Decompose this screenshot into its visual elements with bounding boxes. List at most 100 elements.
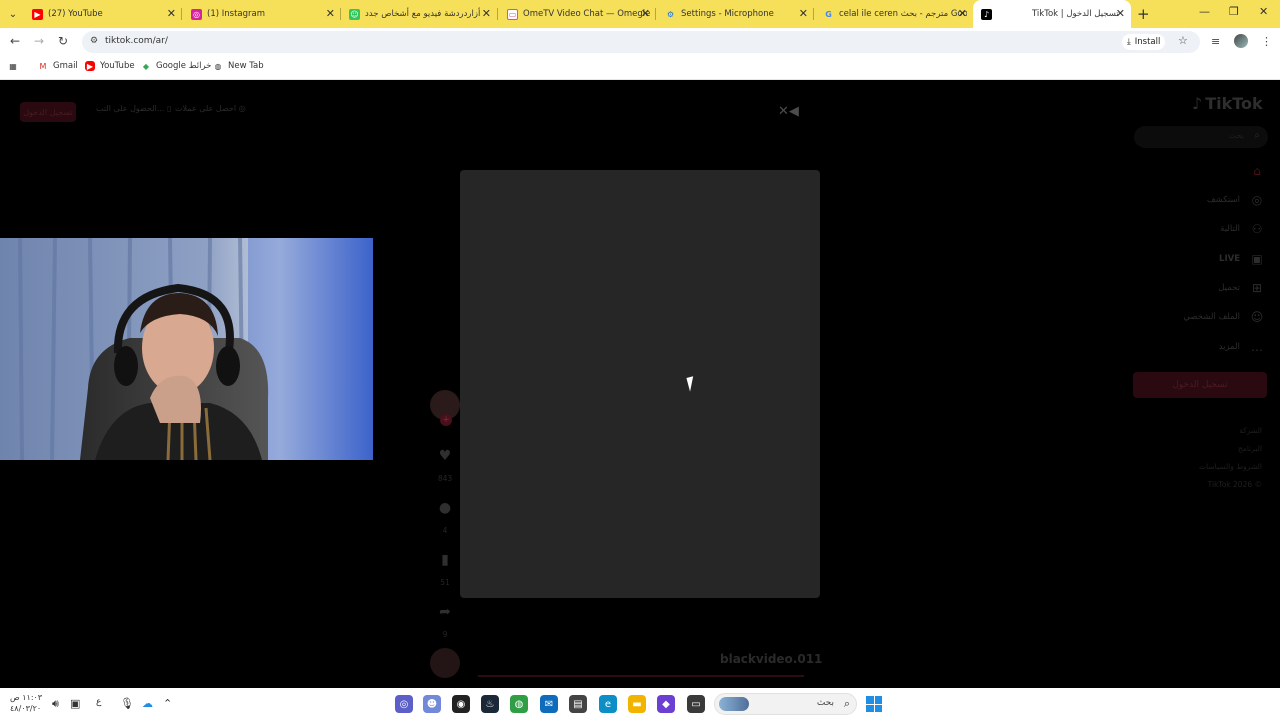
nav-more[interactable]: المزيد … [1219,338,1264,356]
bookmark-youtube[interactable]: ▶ YouTube [85,61,135,71]
file-explorer-icon[interactable]: ▬ [628,695,646,713]
follow-plus-icon[interactable]: + [440,414,452,426]
next-creator-avatar[interactable] [430,648,460,678]
install-label: Install [1134,37,1161,47]
footer-link-terms[interactable]: الشروط والسياسات [1199,462,1262,471]
tab-video-chat[interactable]: ☺ أزاردردشة فيديو مع أشخاص جدد ✕ [349,4,491,24]
system-clock[interactable]: ١١:٠٣ ص ٤٨/٠٣/٢٠ [10,692,42,714]
share-button[interactable]: ➦ 9 [430,604,460,639]
steam-icon[interactable]: ♨ [481,695,499,713]
back-button[interactable]: ← [10,34,20,48]
maximize-button[interactable]: ❐ [1229,5,1239,18]
url-text[interactable]: tiktok.com/ar/ [105,36,168,46]
reload-button[interactable]: ↻ [58,34,68,48]
install-icon: ⤓ [1127,37,1131,47]
bookmark-new-tab[interactable]: ◍ New Tab [213,61,264,71]
window-close-button[interactable]: ✕ [1259,5,1268,18]
discord-like-app-icon[interactable]: ◎ [395,695,413,713]
obs-icon[interactable]: ◉ [452,695,470,713]
tab-separator [813,8,814,20]
footer-link-program[interactable]: البرنامج [1238,444,1262,453]
close-icon[interactable]: ✕ [326,7,335,20]
search-icon: ⌕ [1254,130,1260,141]
site-info-icon[interactable]: ⚙ [90,36,98,46]
apps-icon: ▦ [9,61,17,71]
discord-icon[interactable]: ☻ [423,695,441,713]
task-view-icon[interactable]: ▭ [687,695,705,713]
nav-explore[interactable]: استكشف ◎ [1207,191,1264,209]
start-windows-icon[interactable] [866,696,882,712]
close-icon[interactable]: ✕ [958,7,967,20]
tiktok-logo[interactable]: ♪ TikTok [1192,94,1263,113]
mute-icon[interactable]: ✕◀ [778,104,799,119]
comment-button[interactable]: ● 4 [430,500,460,535]
nav-label: الملف الشخصي [1183,312,1240,322]
tab-search-button[interactable]: ⌄ [5,6,21,22]
get-app-button[interactable]: الحصول على التب... ▯ [96,104,171,113]
close-icon[interactable]: ✕ [482,7,491,20]
footer-link-company[interactable]: الشركة [1239,426,1262,435]
forward-button[interactable]: → [34,34,44,48]
following-icon: ⚇ [1251,222,1263,236]
youtube-icon: ▶ [32,8,43,20]
install-app-button[interactable]: ⤓ Install [1122,34,1166,50]
bookmark-label: Google خرائط [156,61,212,71]
new-tab-button[interactable]: + [1137,5,1150,23]
bookmark-label: New Tab [228,61,264,71]
save-button[interactable]: ▮ 51 [430,552,460,587]
language-indicator[interactable]: ع [96,697,101,707]
tab-youtube[interactable]: ▶ (27) YouTube ✕ [32,4,176,24]
store-icon[interactable]: ▤ [569,695,587,713]
tab-tiktok[interactable]: ♪ TikTok | تسجيل الدخول ✕ [981,4,1125,24]
browser-menu-icon[interactable]: ⋮ [1261,35,1272,48]
search-input[interactable]: بحث ⌕ [1134,126,1268,148]
tab-label: OmeTV Video Chat — Omegle [523,9,650,19]
like-button[interactable]: ♥ 843 [430,448,460,483]
video-player[interactable] [460,170,820,598]
nav-live[interactable]: LIVE ▣ [1219,250,1264,268]
nav-home[interactable]: ⌂ [1240,162,1264,180]
profile-avatar[interactable] [1234,34,1248,48]
close-icon[interactable]: ✕ [167,7,176,20]
tab-instagram[interactable]: ◎ (1) Instagram ✕ [191,4,335,24]
show-hidden-icons-chevron-up-icon[interactable]: ⌃ [163,697,172,710]
tab-ometv[interactable]: ▭ OmeTV Video Chat — Omegle ✕ [507,4,650,24]
gear-icon: ⚙ [666,9,675,19]
search-icon: ⌕ [843,697,850,710]
sidebar-login-button[interactable]: تسجيل الدخول [1133,372,1267,398]
close-icon[interactable]: ✕ [641,7,650,20]
chrome-icon[interactable]: ◍ [510,695,528,713]
nav-profile[interactable]: الملف الشخصي ☺ [1183,308,1264,326]
nav-following[interactable]: التالية ⚇ [1220,220,1264,238]
bookmark-gmail[interactable]: M Gmail [38,61,78,71]
volume-icon[interactable]: 🔊︎ [52,697,59,711]
get-coins-button[interactable]: احصل على عملات ◎ [175,104,246,113]
phone-icon: ▯ [167,104,172,113]
edge-icon[interactable]: e [599,695,617,713]
network-icon[interactable]: ▣ [70,697,80,710]
tab-google-search[interactable]: G celal ile ceren مترجم - بحث Goo ✕ [823,4,967,24]
maps-icon: ◆ [142,61,150,71]
onedrive-icon[interactable]: ☁ [142,697,153,710]
video-progress-bar[interactable] [478,675,804,677]
bookmark-star-icon[interactable]: ☆ [1178,34,1188,47]
close-icon[interactable]: ✕ [799,7,808,20]
nav-upload[interactable]: تحميل ⊞ [1218,279,1264,297]
apps-grid-icon[interactable]: ▦ [8,61,18,71]
address-bar[interactable]: ⚙ tiktok.com/ar/ ⤓ Install ☆ [82,31,1200,53]
top-login-button[interactable]: تسجيل الدخول [20,102,76,122]
tab-settings-microphone[interactable]: ⚙ Settings - Microphone ✕ [665,4,808,24]
tab-label: celal ile ceren مترجم - بحث Goo [839,9,967,19]
webcam-overlay [0,238,373,460]
bookmark-maps[interactable]: ◆ Google خرائط [141,61,212,71]
more-icon: … [1251,340,1263,354]
taskbar-search-box[interactable]: بحث ⌕ [714,693,857,715]
mail-icon[interactable]: ✉ [540,695,558,713]
microphone-icon[interactable]: 🎙︎ [120,697,134,710]
media-controls-icon[interactable]: ≡ [1211,35,1220,48]
minimize-button[interactable]: — [1199,5,1210,18]
video-author[interactable]: blackvideo.011 [720,652,822,666]
close-icon[interactable]: ✕ [1116,7,1125,20]
tab-label: TikTok | تسجيل الدخول [1032,9,1119,19]
microsoft-365-icon[interactable]: ◆ [657,695,675,713]
